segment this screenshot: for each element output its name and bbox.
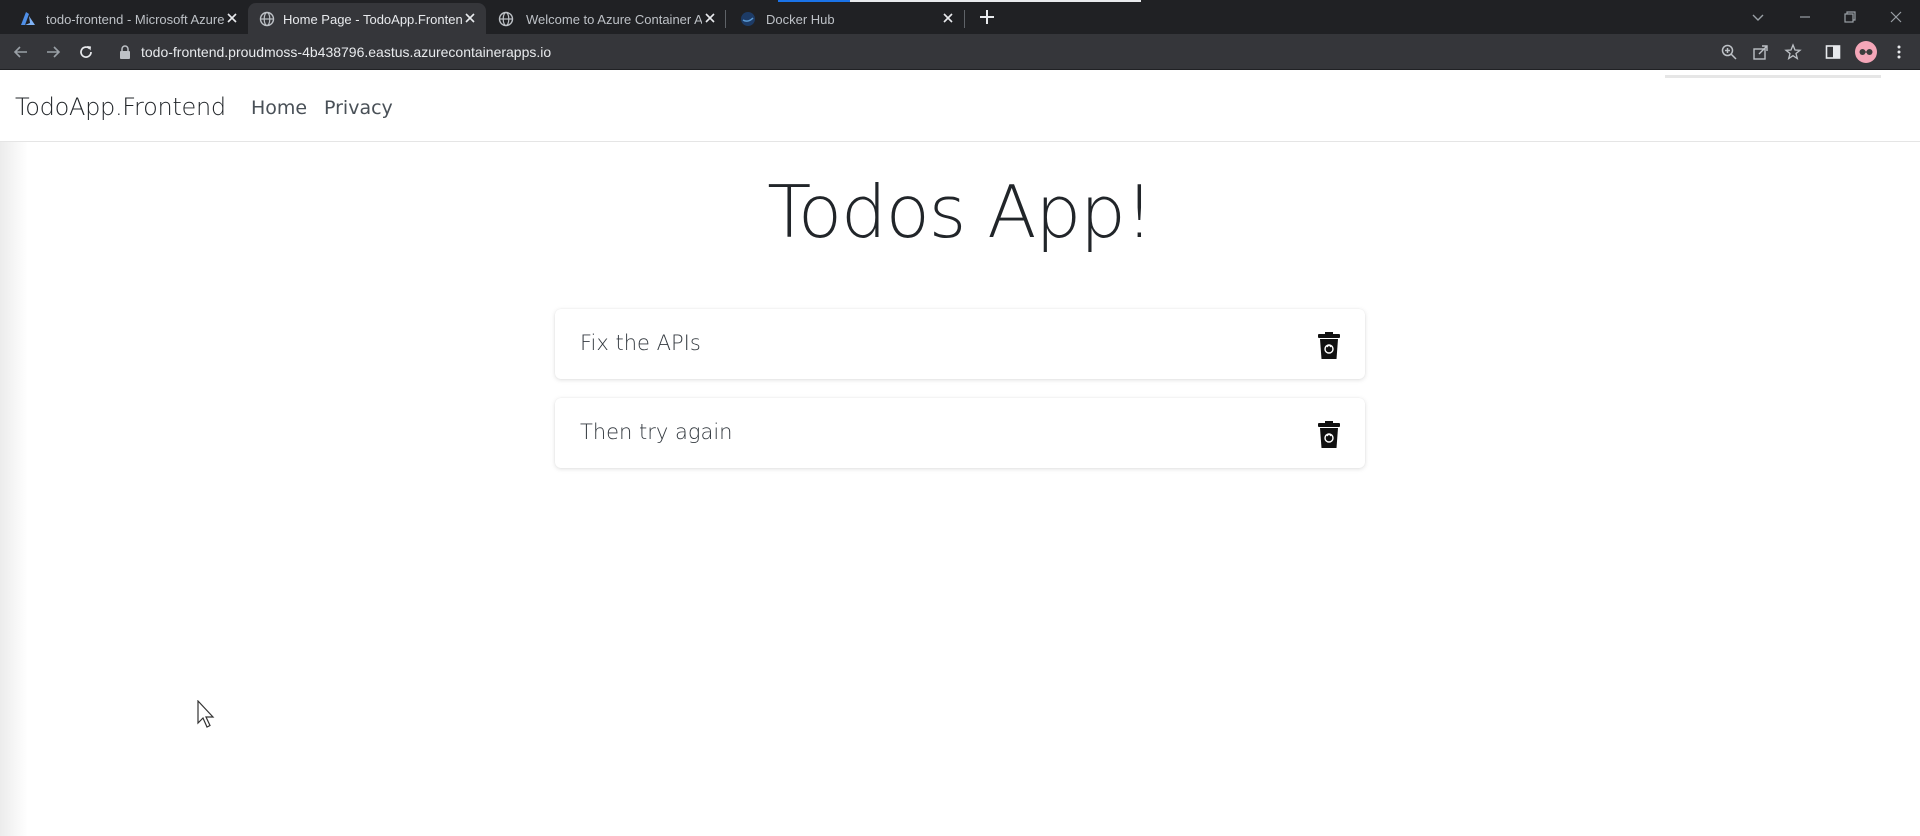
- close-icon[interactable]: [702, 10, 718, 26]
- minimize-icon[interactable]: [1793, 5, 1817, 29]
- tab-title: Docker Hub: [766, 12, 835, 27]
- browser-tabstrip: todo-frontend - Microsoft Azure Home Pag…: [0, 0, 1920, 34]
- lock-icon[interactable]: [119, 45, 131, 59]
- reload-icon[interactable]: [77, 43, 95, 61]
- trash-icon[interactable]: [1318, 421, 1340, 449]
- trash-icon[interactable]: [1318, 332, 1340, 360]
- close-icon[interactable]: [462, 10, 478, 26]
- nav-link-privacy[interactable]: Privacy: [324, 97, 393, 119]
- app-navbar: TodoApp.Frontend Home Privacy: [0, 70, 1920, 142]
- window-close-icon[interactable]: [1884, 5, 1908, 29]
- nav-link-home[interactable]: Home: [251, 97, 307, 119]
- close-icon[interactable]: [940, 10, 956, 26]
- share-icon[interactable]: [1752, 43, 1770, 61]
- app-brand[interactable]: TodoApp.Frontend: [15, 93, 226, 121]
- tab-search-chevron-icon[interactable]: [1746, 5, 1770, 29]
- address-bar-url[interactable]: todo-frontend.proudmoss-4b438796.eastus.…: [141, 44, 551, 60]
- tab-title: Home Page - TodoApp.Frontend: [283, 12, 463, 27]
- todo-item: Then try again: [555, 398, 1365, 468]
- todo-item-text: Fix the APIs: [580, 331, 701, 355]
- side-panel-icon[interactable]: [1824, 43, 1842, 61]
- todo-item: Fix the APIs: [555, 309, 1365, 379]
- tab-azure-portal[interactable]: todo-frontend - Microsoft Azure: [8, 3, 246, 34]
- navbar-decoration-line: [1665, 75, 1881, 78]
- more-menu-icon[interactable]: [1890, 43, 1908, 61]
- tab-separator: [964, 10, 965, 28]
- docker-icon: [741, 12, 755, 26]
- page-title: Todos App!: [767, 170, 1153, 254]
- zoom-icon[interactable]: [1720, 43, 1738, 61]
- forward-arrow-icon[interactable]: [44, 43, 62, 61]
- mouse-cursor-icon: [197, 700, 215, 728]
- bookmark-star-icon[interactable]: [1784, 43, 1802, 61]
- loading-bar: [778, 0, 1141, 2]
- restore-icon[interactable]: [1838, 5, 1862, 29]
- profile-avatar[interactable]: [1855, 41, 1877, 63]
- avatar-glasses-icon: [1859, 49, 1873, 55]
- azure-icon: [21, 12, 35, 25]
- web-page: TodoApp.Frontend Home Privacy Todos App!…: [0, 70, 1920, 836]
- close-icon[interactable]: [224, 10, 240, 26]
- globe-icon: [498, 11, 514, 27]
- new-tab-plus-icon[interactable]: [976, 6, 998, 28]
- tab-docker-hub[interactable]: Docker Hub: [728, 3, 966, 34]
- tab-azure-container-apps[interactable]: Welcome to Azure Container Apps: [488, 3, 726, 34]
- back-arrow-icon[interactable]: [12, 43, 30, 61]
- todo-item-text: Then try again: [580, 420, 733, 444]
- tab-home-page[interactable]: Home Page - TodoApp.Frontend: [248, 3, 486, 34]
- tab-title: todo-frontend - Microsoft Azure: [46, 12, 225, 27]
- tab-title: Welcome to Azure Container Apps: [526, 12, 702, 27]
- tab-separator: [725, 10, 726, 28]
- globe-icon: [259, 11, 275, 27]
- browser-toolbar: todo-frontend.proudmoss-4b438796.eastus.…: [0, 34, 1920, 70]
